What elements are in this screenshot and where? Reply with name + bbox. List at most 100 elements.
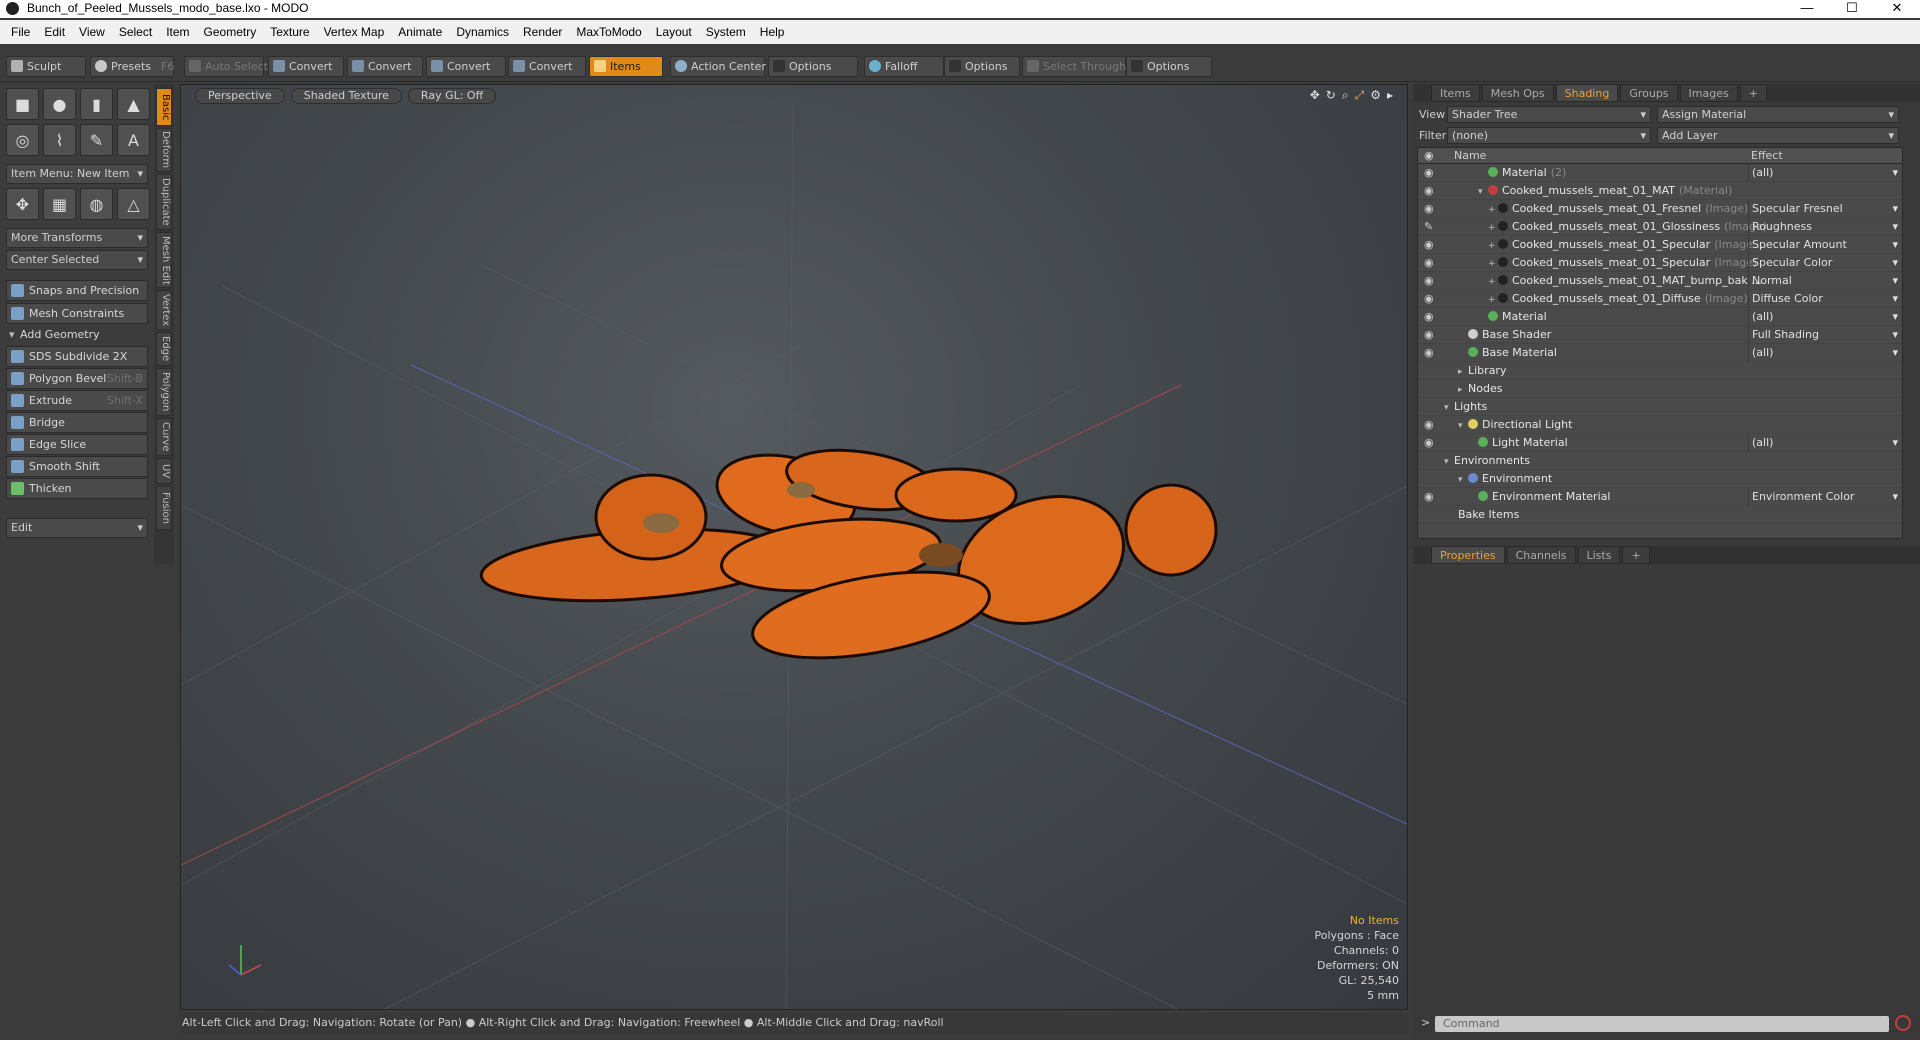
tab-images[interactable]: Images bbox=[1679, 84, 1738, 102]
pen-icon[interactable]: ✎ bbox=[80, 124, 113, 156]
eye-icon[interactable]: ◉ bbox=[1424, 167, 1436, 179]
effect-column-header[interactable]: Effect bbox=[1751, 148, 1783, 164]
thicken-button[interactable]: Thicken bbox=[6, 478, 148, 499]
menu-edit[interactable]: Edit bbox=[37, 25, 72, 39]
menu-system[interactable]: System bbox=[699, 25, 753, 39]
eye-icon[interactable]: ◉ bbox=[1424, 185, 1436, 197]
tree-row[interactable]: ▸ Library bbox=[1418, 362, 1902, 380]
effect-cell[interactable]: Full Shading bbox=[1748, 326, 1902, 344]
menu-item[interactable]: Item bbox=[159, 25, 196, 39]
add-layer-dropdown[interactable]: Add Layer bbox=[1657, 127, 1899, 144]
tree-row[interactable]: ◉ Base Material (all) bbox=[1418, 344, 1902, 362]
collapse-arrow-icon[interactable]: ▾ bbox=[1444, 453, 1454, 471]
tree-row[interactable]: ◉ ▾ Directional Light bbox=[1418, 416, 1902, 434]
eye-icon[interactable]: ◉ bbox=[1424, 203, 1436, 215]
maximize-button[interactable]: ☐ bbox=[1832, 0, 1872, 18]
tab-properties[interactable]: Properties bbox=[1431, 546, 1505, 564]
tree-row[interactable]: ◉ + Cooked_mussels_meat_01_Diffuse (Image) D… bbox=[1418, 290, 1902, 308]
tree-row[interactable]: ◉ + Cooked_mussels_meat_01_Specular (Image)… bbox=[1418, 254, 1902, 272]
tab-mesh-ops[interactable]: Mesh Ops bbox=[1481, 84, 1554, 102]
tab-edge[interactable]: Edge bbox=[156, 332, 172, 366]
more-transforms-dropdown[interactable]: More Transforms bbox=[6, 228, 148, 248]
collapse-arrow-icon[interactable]: ▾ bbox=[1444, 399, 1454, 417]
menu-vertex-map[interactable]: Vertex Map bbox=[317, 25, 392, 39]
eye-icon[interactable]: ◉ bbox=[1424, 437, 1436, 449]
tree-row[interactable]: ◉ Environment Material Environment Color bbox=[1418, 488, 1902, 506]
eye-icon[interactable]: ◉ bbox=[1424, 311, 1436, 323]
shading-mode-button[interactable]: Shaded Texture bbox=[290, 88, 402, 104]
options-button-1[interactable]: Options bbox=[768, 56, 858, 77]
tab-shading[interactable]: Shading bbox=[1555, 84, 1619, 102]
menu-help[interactable]: Help bbox=[753, 25, 792, 39]
expand-plus-icon[interactable]: + bbox=[1488, 255, 1498, 273]
effect-cell[interactable]: (all) bbox=[1748, 308, 1902, 326]
mesh-constraints-button[interactable]: Mesh Constraints bbox=[6, 303, 148, 324]
rotate-icon[interactable]: ↻ bbox=[1326, 88, 1336, 103]
pan-icon[interactable]: ✥ bbox=[1310, 88, 1320, 103]
viewport-menu-icon[interactable]: ▸ bbox=[1387, 88, 1393, 103]
cone-icon[interactable]: ▲ bbox=[117, 88, 150, 120]
tree-row[interactable]: ◉ + Cooked_mussels_meat_01_Specular (Image … bbox=[1418, 236, 1902, 254]
eye-icon[interactable]: ◉ bbox=[1424, 293, 1436, 305]
command-input[interactable]: Command bbox=[1435, 1016, 1889, 1032]
text-tool-icon[interactable]: A bbox=[117, 124, 150, 156]
add-tab-button[interactable]: + bbox=[1739, 84, 1767, 102]
tree-row[interactable]: ◉ Material (2) (all) bbox=[1418, 164, 1902, 182]
view-dropdown[interactable]: Shader Tree bbox=[1447, 106, 1651, 123]
smooth-shift-button[interactable]: Smooth Shift bbox=[6, 456, 148, 477]
polygon-bevel-button[interactable]: Polygon Bevel Shift-B bbox=[6, 368, 148, 389]
edge-slice-button[interactable]: Edge Slice bbox=[6, 434, 148, 455]
assign-material-dropdown[interactable]: Assign Material bbox=[1657, 106, 1899, 123]
eye-icon[interactable]: ◉ bbox=[1424, 257, 1436, 269]
tree-row[interactable]: ◉ + Cooked_mussels_meat_01_MAT_bump_bak ..… bbox=[1418, 272, 1902, 290]
menu-layout[interactable]: Layout bbox=[649, 25, 699, 39]
eye-icon[interactable]: ◉ bbox=[1424, 491, 1436, 503]
effect-cell[interactable]: Environment Color bbox=[1748, 488, 1902, 506]
tree-row[interactable]: Bake Items bbox=[1418, 506, 1902, 524]
tree-row[interactable]: ◉ + Cooked_mussels_meat_01_Fresnel (Image) S… bbox=[1418, 200, 1902, 218]
collapse-arrow-icon[interactable]: ▾ bbox=[1458, 417, 1468, 435]
cube-icon[interactable]: ■ bbox=[6, 88, 39, 120]
tab-groups[interactable]: Groups bbox=[1620, 84, 1678, 102]
effect-cell[interactable]: Specular Color bbox=[1748, 254, 1902, 272]
tab-channels[interactable]: Channels bbox=[1506, 546, 1576, 564]
convert-button-1[interactable]: Convert bbox=[268, 56, 344, 77]
sphere-icon[interactable]: ● bbox=[43, 88, 76, 120]
filter-dropdown[interactable]: (none) bbox=[1447, 127, 1651, 144]
effect-cell[interactable]: (all) bbox=[1748, 344, 1902, 362]
edit-dropdown[interactable]: Edit bbox=[6, 518, 148, 538]
sculpt-button[interactable]: Sculpt bbox=[6, 56, 86, 77]
rotate-globe-icon[interactable]: ◍ bbox=[80, 188, 113, 220]
snaps-button[interactable]: Snaps and Precision bbox=[6, 280, 148, 301]
effect-cell[interactable]: Normal bbox=[1748, 272, 1902, 290]
expand-plus-icon[interactable]: + bbox=[1488, 237, 1498, 255]
convert-button-4[interactable]: Convert bbox=[508, 56, 586, 77]
tree-row[interactable]: ✎ + Cooked_mussels_meat_01_Glossiness (Imag… bbox=[1418, 218, 1902, 236]
menu-file[interactable]: File bbox=[4, 25, 37, 39]
effect-cell[interactable]: (all) bbox=[1748, 164, 1902, 182]
paint-brush-icon[interactable]: ✎ bbox=[1424, 221, 1436, 233]
bridge-button[interactable]: Bridge bbox=[6, 412, 148, 433]
fit-icon[interactable]: ⤢ bbox=[1355, 88, 1365, 103]
eye-icon[interactable]: ◉ bbox=[1424, 419, 1436, 431]
scale-grid-icon[interactable]: ▦ bbox=[43, 188, 76, 220]
tab-deform[interactable]: Deform bbox=[156, 128, 172, 172]
eye-icon[interactable]: ◉ bbox=[1424, 239, 1436, 251]
menu-dynamics[interactable]: Dynamics bbox=[449, 25, 516, 39]
tree-row[interactable]: ▾ Environment bbox=[1418, 470, 1902, 488]
items-mode-button[interactable]: Items bbox=[589, 56, 663, 77]
tab-mesh-edit[interactable]: Mesh Edit bbox=[156, 232, 172, 288]
options-button-3[interactable]: Options bbox=[1126, 56, 1212, 77]
tree-row[interactable]: ▸ Nodes bbox=[1418, 380, 1902, 398]
center-selected-dropdown[interactable]: Center Selected bbox=[6, 250, 148, 270]
collapse-arrow-icon[interactable]: ▾ bbox=[1478, 183, 1488, 201]
effect-cell[interactable]: Roughness bbox=[1748, 218, 1902, 236]
cylinder-icon[interactable]: ▮ bbox=[80, 88, 113, 120]
settings-icon[interactable]: ⚙ bbox=[1370, 88, 1381, 103]
zoom-icon[interactable]: ⌕ bbox=[1342, 88, 1349, 103]
item-menu-dropdown[interactable]: Item Menu: New Item bbox=[6, 164, 148, 184]
expand-plus-icon[interactable]: + bbox=[1488, 291, 1498, 309]
menu-texture[interactable]: Texture bbox=[263, 25, 316, 39]
collapse-arrow-icon[interactable]: ▾ bbox=[1458, 471, 1468, 489]
expand-plus-icon[interactable]: + bbox=[1488, 219, 1498, 237]
